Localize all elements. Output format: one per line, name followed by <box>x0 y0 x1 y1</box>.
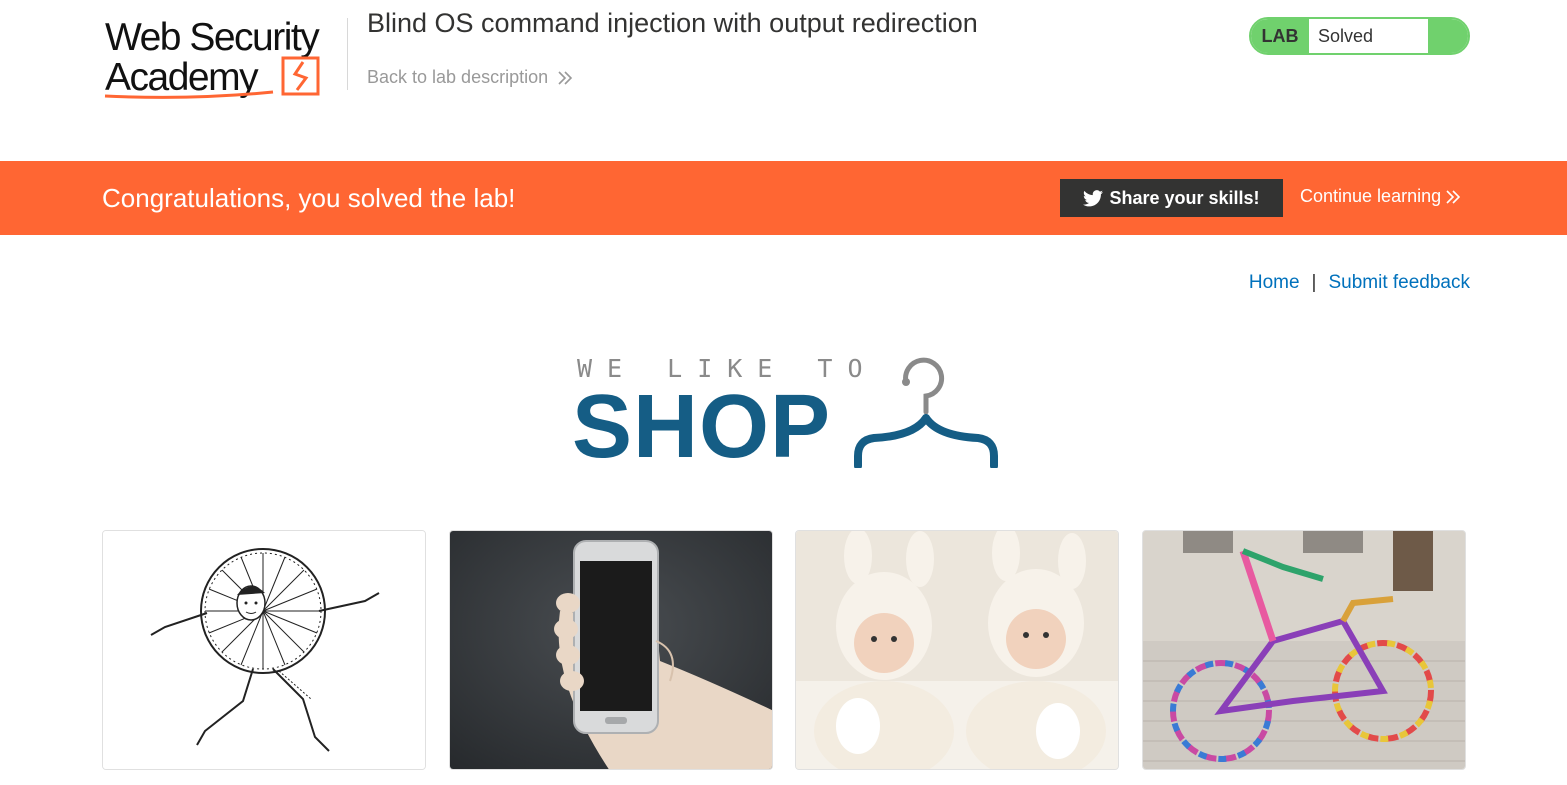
continue-learning-label: Continue learning <box>1300 186 1442 206</box>
logo-line2: Academy <box>105 56 259 99</box>
back-to-lab-description-link[interactable]: Back to lab description <box>367 67 573 88</box>
product-image-bicycle <box>1143 531 1465 769</box>
product-card[interactable] <box>102 530 426 770</box>
product-image-cartoon <box>103 531 425 769</box>
product-card[interactable] <box>1142 530 1466 770</box>
header: Web Security Academy Blind OS command in… <box>0 0 1567 161</box>
logo-line1: Web Security <box>105 16 320 59</box>
lab-status-indicator <box>1428 19 1468 53</box>
web-security-academy-logo[interactable]: Web Security Academy <box>103 12 348 104</box>
product-image-babies <box>796 531 1118 769</box>
nav-separator: | <box>1311 272 1317 293</box>
continue-learning-link[interactable]: Continue learning <box>1300 186 1461 207</box>
nav-home-link[interactable]: Home <box>1249 272 1300 294</box>
share-button-label: Share your skills! <box>1109 187 1260 208</box>
share-your-skills-button[interactable]: Share your skills! <box>1060 179 1283 217</box>
top-navigation: Home | Submit feedback <box>1249 272 1470 294</box>
product-card[interactable] <box>449 530 773 770</box>
product-card[interactable] <box>795 530 1119 770</box>
lab-status-text: Solved <box>1309 19 1428 53</box>
solved-banner: Congratulations, you solved the lab! Sha… <box>0 161 1567 235</box>
congratulations-message: Congratulations, you solved the lab! <box>102 183 516 213</box>
double-chevron-right-icon <box>558 70 573 85</box>
lab-status-tag: LAB <box>1251 19 1309 53</box>
product-grid <box>102 530 1466 770</box>
logo-divider <box>347 18 348 90</box>
shop-logo-title: SHOP <box>572 377 832 477</box>
product-image-smartphone <box>450 531 772 769</box>
nav-submit-feedback-link[interactable]: Submit feedback <box>1328 272 1470 294</box>
lab-status-widget: LAB Solved <box>1249 17 1470 55</box>
coat-hanger-icon <box>854 357 998 468</box>
shop-logo: WE LIKE TO SHOP <box>570 352 1000 472</box>
twitter-icon <box>1083 189 1104 206</box>
back-link-label: Back to lab description <box>367 67 549 87</box>
lab-title: Blind OS command injection with output r… <box>367 8 978 38</box>
double-chevron-right-icon <box>1446 189 1461 204</box>
